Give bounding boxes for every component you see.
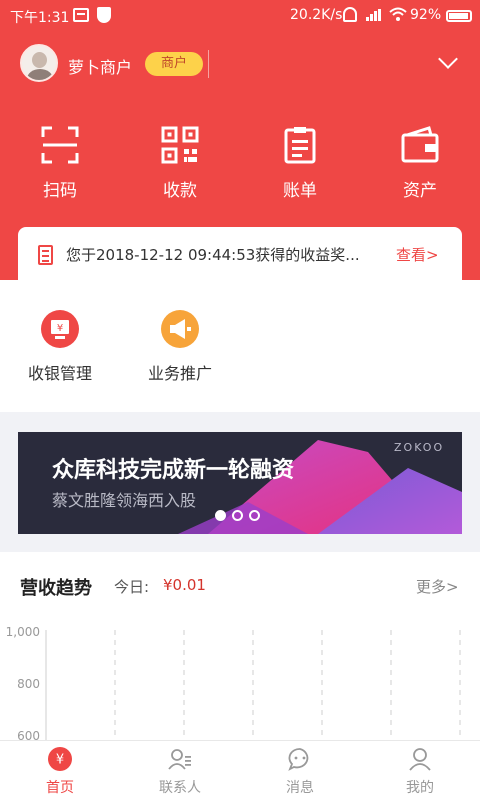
merchant-role-badge: 商户 (145, 52, 203, 76)
action-scan[interactable]: 扫码 (0, 126, 120, 206)
notice-view-link[interactable]: 查看> (396, 244, 439, 265)
tab-home[interactable]: ¥ 首页 (0, 741, 120, 800)
message-notification-icon (73, 8, 89, 22)
qr-code-icon (161, 126, 199, 164)
notice-text: 您于2018-12-12 09:44:53获得的收益奖... (66, 246, 360, 264)
menu-promotion-label: 业务推广 (147, 364, 212, 383)
action-collect[interactable]: 收款 (120, 126, 240, 206)
home-yen-icon: ¥ (48, 747, 72, 771)
trend-more-link[interactable]: 更多> (416, 576, 459, 597)
action-bill-label: 账单 (283, 181, 317, 201)
action-bill[interactable]: 账单 (240, 126, 360, 206)
chart-y-tick-label: 1,000 (6, 625, 40, 639)
cashier-icon: ¥ (41, 310, 79, 348)
status-bar: 下午1:31 20.2K/s 92% (0, 0, 480, 32)
menu-cashier[interactable]: ¥ 收银管理 (0, 310, 120, 384)
menu-cashier-label: 收银管理 (27, 364, 92, 383)
trend-title: 营收趋势 (20, 578, 92, 599)
divider (208, 50, 209, 78)
contacts-icon (168, 749, 191, 770)
action-assets[interactable]: 资产 (360, 126, 480, 206)
today-value: ¥0.01 (163, 576, 206, 594)
profile-icon (409, 748, 431, 771)
wifi-icon (389, 7, 407, 21)
bottom-tab-bar: ¥ 首页 联系人 消息 我的 (0, 740, 480, 800)
chart-y-tick-label: 600 (17, 729, 40, 740)
quick-actions: 扫码 收款 账单 资产 (0, 126, 480, 206)
action-scan-label: 扫码 (43, 181, 77, 201)
chart-canvas: 1,000 800 600 (6, 625, 461, 740)
svg-text:¥: ¥ (56, 753, 64, 768)
status-time: 下午1:31 (10, 10, 70, 26)
wallet-icon (401, 126, 439, 163)
battery-icon (446, 10, 472, 22)
tab-contacts[interactable]: 联系人 (120, 741, 240, 800)
merchant-name: 萝卜商户 (68, 58, 133, 77)
carousel-dot[interactable] (215, 510, 226, 521)
tab-profile[interactable]: 我的 (360, 741, 480, 800)
menu-promotion[interactable]: 业务推广 (120, 310, 240, 384)
revenue-trend-card: 营收趋势 今日: ¥0.01 更多> 1,000 800 600 (0, 552, 480, 740)
tab-messages-label: 消息 (286, 780, 314, 796)
bill-icon (284, 127, 316, 164)
svg-text:¥: ¥ (57, 323, 63, 334)
avatar[interactable] (20, 44, 58, 82)
revenue-chart: 1,000 800 600 (0, 622, 480, 740)
tab-contacts-label: 联系人 (159, 780, 201, 796)
carousel-dot[interactable] (249, 510, 260, 521)
banner-subtitle: 蔡文胜隆领海西入股 (52, 491, 197, 510)
carousel-indicator (215, 510, 265, 522)
battery-percent: 92% (410, 7, 442, 23)
banner-section: ZOKOO 众库科技完成新一轮融资 蔡文胜隆领海西入股 (0, 412, 480, 552)
tab-messages[interactable]: 消息 (240, 741, 360, 800)
today-label: 今日: (114, 578, 150, 596)
banner-logo: ZOKOO (394, 441, 445, 454)
shield-icon (97, 7, 111, 23)
action-collect-label: 收款 (163, 181, 197, 201)
megaphone-icon (161, 310, 199, 348)
tab-profile-label: 我的 (406, 780, 434, 796)
notice-doc-icon (38, 245, 53, 265)
action-assets-label: 资产 (403, 181, 437, 201)
mute-icon (343, 7, 357, 22)
banner-title: 众库科技完成新一轮融资 (52, 458, 295, 483)
chart-y-tick-label: 800 (17, 677, 40, 691)
carousel-dot[interactable] (232, 510, 243, 521)
message-icon (288, 748, 309, 771)
promo-banner[interactable]: ZOKOO 众库科技完成新一轮融资 蔡文胜隆领海西入股 (18, 432, 462, 534)
quick-menu: ¥ 收银管理 业务推广 (0, 280, 480, 412)
income-notice[interactable]: 您于2018-12-12 09:44:53获得的收益奖... 查看> (18, 227, 462, 287)
signal-icon (366, 9, 382, 21)
network-speed: 20.2K/s (290, 7, 343, 23)
tab-home-label: 首页 (46, 780, 74, 796)
scan-icon (41, 126, 79, 164)
